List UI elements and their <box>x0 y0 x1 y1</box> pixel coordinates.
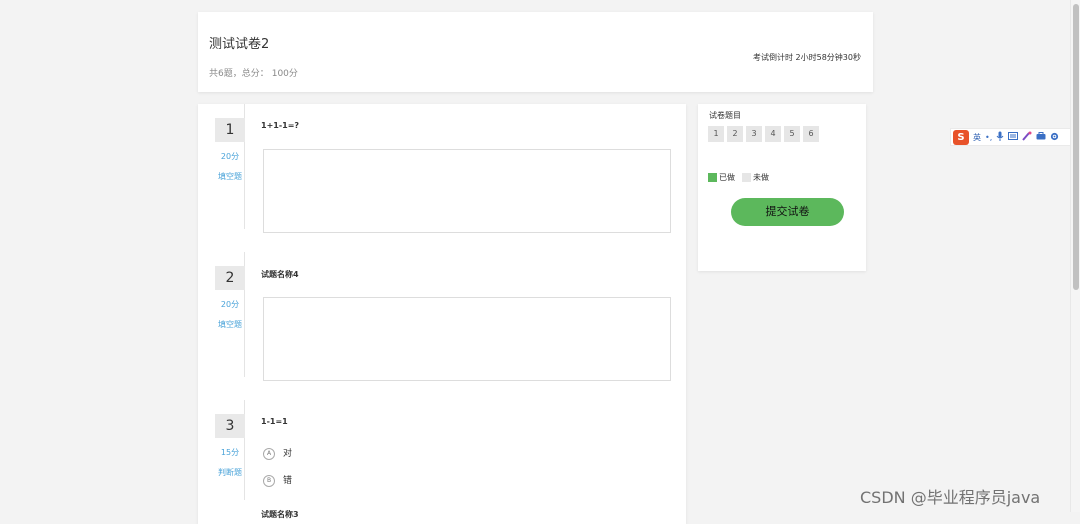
ime-logo-icon[interactable]: S <box>953 129 969 145</box>
ime-toolbar[interactable]: S 英 •, <box>950 128 1080 146</box>
question-title: 1+1-1=? <box>261 121 300 130</box>
question-number: 3 <box>215 414 245 438</box>
total-score: 100分 <box>271 69 298 79</box>
page-scrollbar[interactable] <box>1070 0 1080 512</box>
answer-textarea[interactable] <box>263 297 671 381</box>
ime-language-toggle[interactable]: 英 <box>973 132 981 143</box>
csdn-watermark: CSDN @毕业程序员java <box>860 488 1041 507</box>
exam-meta: 共6题，总分： 100分 <box>209 66 298 79</box>
question-type: 填空题 <box>218 172 242 181</box>
question-title: 试题名称4 <box>261 270 299 279</box>
question-title: 试题名称3 <box>261 510 299 519</box>
option-radio[interactable]: B <box>263 474 275 487</box>
question-score: 15分 <box>220 448 240 457</box>
settings-icon[interactable] <box>1050 132 1059 143</box>
punctuation-icon[interactable]: •, <box>985 133 992 142</box>
exam-header-card: 测试试卷2 共6题，总分： 100分 考试倒计时 2小时58分钟30秒 <box>198 12 873 92</box>
countdown-timer: 考试倒计时 2小时58分钟30秒 <box>753 53 861 62</box>
undone-swatch <box>742 173 751 182</box>
scrollbar-thumb[interactable] <box>1073 4 1079 290</box>
question-score: 20分 <box>220 152 240 161</box>
question-number: 1 <box>215 118 245 142</box>
question-title: 1-1=1 <box>261 417 288 426</box>
nav-question-4[interactable]: 4 <box>765 126 781 142</box>
nav-question-5[interactable]: 5 <box>784 126 800 142</box>
answer-textarea[interactable] <box>263 149 671 233</box>
exam-title: 测试试卷2 <box>209 37 270 52</box>
nav-question-2[interactable]: 2 <box>727 126 743 142</box>
nav-question-3[interactable]: 3 <box>746 126 762 142</box>
nav-question-1[interactable]: 1 <box>708 126 724 142</box>
option-a[interactable]: A对 <box>263 446 292 460</box>
done-swatch <box>708 173 717 182</box>
option-label: 对 <box>283 449 293 459</box>
option-b[interactable]: B错 <box>263 473 292 487</box>
navigator-title: 试卷题目 <box>709 111 741 120</box>
question-type: 判断题 <box>218 468 242 477</box>
microphone-icon[interactable] <box>996 131 1004 143</box>
option-radio[interactable]: A <box>263 447 275 460</box>
option-label: 错 <box>283 476 293 486</box>
status-legend: 已做 未做 <box>708 172 769 183</box>
question-navigator: 试卷题目 1 2 3 4 5 6 已做 未做 提交试卷 <box>698 104 866 271</box>
question-number: 2 <box>215 266 245 290</box>
nav-question-6[interactable]: 6 <box>803 126 819 142</box>
skin-icon[interactable] <box>1022 131 1032 143</box>
submit-exam-button[interactable]: 提交试卷 <box>731 198 844 226</box>
question-score: 20分 <box>220 300 240 309</box>
question-nav-list: 1 2 3 4 5 6 <box>708 126 819 142</box>
legend-undone-label: 未做 <box>753 173 769 182</box>
question-count-label: 共6题，总分： <box>209 69 269 79</box>
question-type: 填空题 <box>218 320 242 329</box>
keyboard-icon[interactable] <box>1008 132 1019 142</box>
questions-panel: 1 20分 填空题 1+1-1=? 2 20分 填空题 试题名称4 3 15分 … <box>198 104 686 524</box>
toolbox-icon[interactable] <box>1036 132 1046 142</box>
legend-done-label: 已做 <box>719 173 735 182</box>
